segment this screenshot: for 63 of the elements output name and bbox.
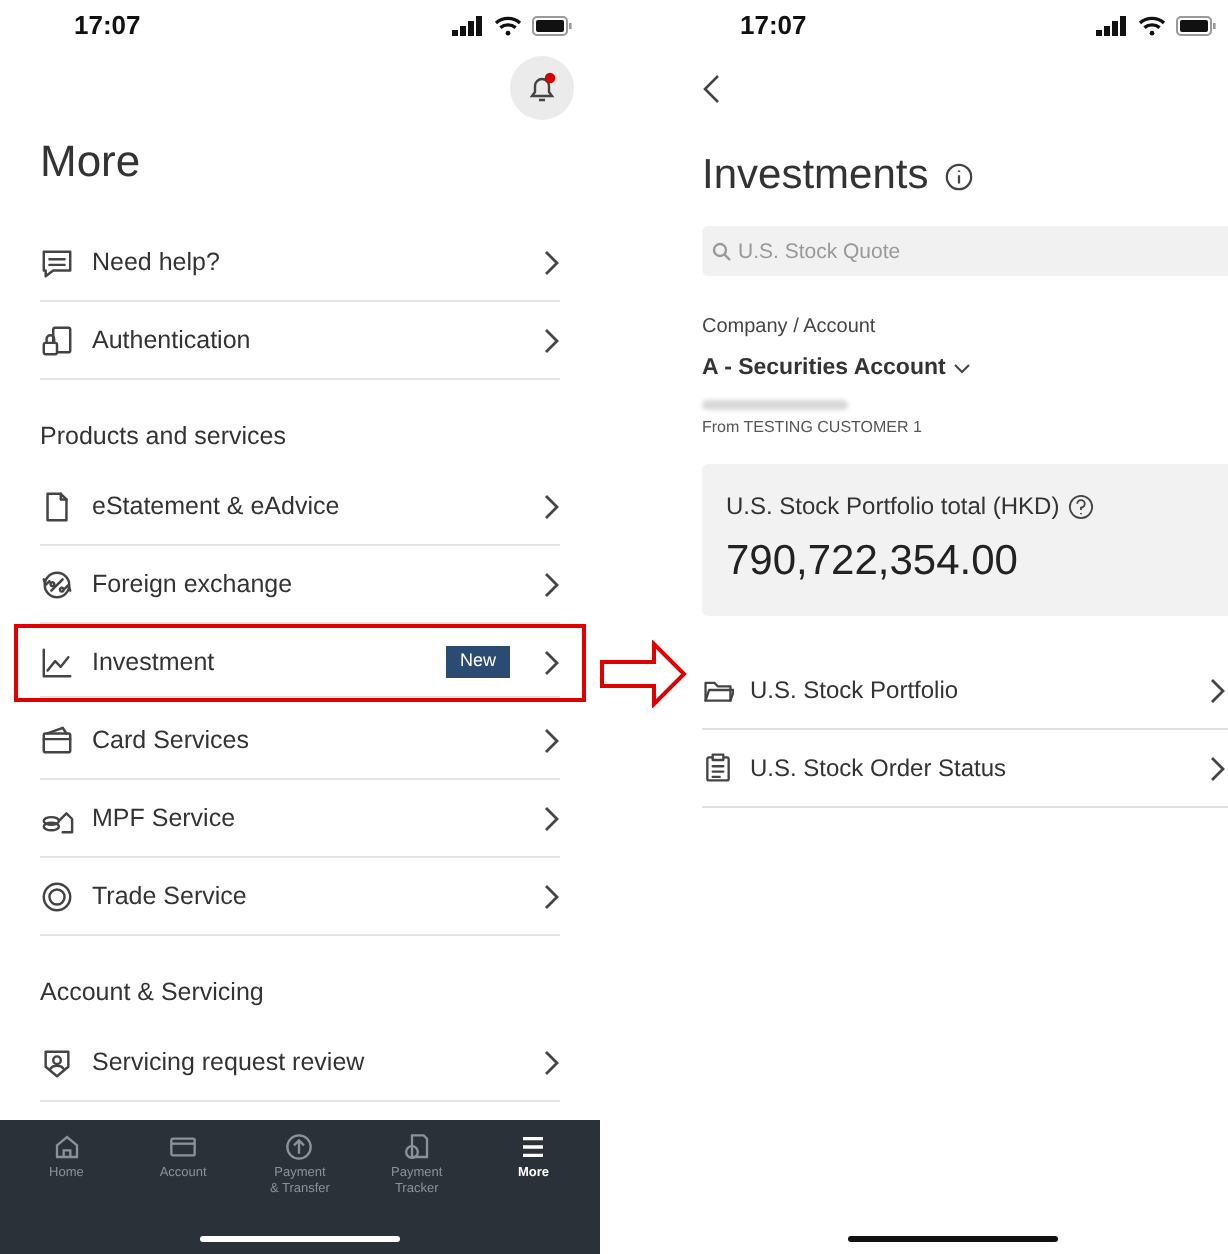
shield-person-icon (40, 1045, 74, 1079)
bell-icon (526, 72, 558, 104)
portfolio-value: 790,722,354.00 (726, 536, 1020, 588)
clipboard-icon (702, 752, 734, 785)
menu-item[interactable]: Card Services (40, 702, 560, 780)
menu-item[interactable]: Trade Service (40, 858, 560, 936)
menu-icon (518, 1132, 549, 1162)
section-heading: Products and services (40, 420, 286, 455)
card-icon (40, 723, 74, 757)
help-icon[interactable] (1067, 493, 1094, 519)
chevron-right-icon (544, 727, 560, 753)
menu-item[interactable]: U.S. Stock Portfolio (702, 652, 1228, 731)
page-title: More (40, 133, 141, 189)
chevron-right-icon (544, 649, 560, 675)
chevron-right-icon (1210, 755, 1226, 782)
chat-bubble-icon (40, 245, 74, 279)
section-heading: Account & Servicing (40, 976, 264, 1011)
menu-item[interactable]: eStatement & eAdvice (40, 468, 560, 546)
status-time: 17:07 (740, 7, 807, 44)
account-owner: From TESTING CUSTOMER 1 (702, 416, 924, 441)
battery-icon (1176, 15, 1216, 35)
document-icon (40, 489, 74, 523)
page-title: Investments (702, 150, 929, 203)
menu-item[interactable]: MPF Service (40, 780, 560, 858)
menu-item[interactable]: Foreign exchange (40, 546, 560, 624)
battery-icon (532, 15, 572, 35)
chevron-down-icon (953, 364, 970, 375)
home-icon (51, 1132, 82, 1162)
upload-circle-icon (284, 1132, 315, 1162)
menu-item[interactable]: Authentication (40, 302, 560, 380)
document-icon (401, 1132, 432, 1162)
wifi-icon (1138, 15, 1166, 35)
account-selector[interactable]: A - Securities Account (702, 352, 970, 387)
status-time: 17:07 (74, 7, 141, 44)
menu-item[interactable]: Servicing request review (40, 1024, 560, 1102)
back-icon[interactable] (702, 73, 720, 103)
chevron-right-icon (544, 249, 560, 275)
chevron-right-icon (544, 1049, 560, 1075)
wifi-icon (494, 15, 522, 35)
chevron-right-icon (544, 327, 560, 353)
notification-button[interactable] (510, 56, 574, 120)
menu-item[interactable]: Need help? (40, 224, 560, 302)
chevron-right-icon (544, 493, 560, 519)
field-label: Company / Account (702, 314, 878, 342)
signal-icon (452, 15, 484, 35)
search-field[interactable]: U.S. Stock Quote (702, 226, 1228, 276)
signal-icon (1096, 15, 1128, 35)
search-icon (712, 242, 732, 262)
chevron-right-icon (544, 571, 560, 597)
chevron-right-icon (544, 883, 560, 909)
new-badge: New (445, 646, 510, 678)
card-icon (168, 1132, 199, 1162)
ring-icon (40, 879, 74, 913)
menu-item[interactable]: Investment New (40, 628, 560, 698)
currency-exchange-icon (40, 567, 74, 601)
info-icon[interactable] (944, 161, 975, 191)
portfolio-label: U.S. Stock Portfolio total (HKD) (726, 490, 1060, 524)
chevron-right-icon (1210, 677, 1226, 704)
arrow-right-icon (600, 640, 688, 708)
menu-item[interactable]: U.S. Stock Order Status (702, 730, 1228, 809)
chevron-right-icon (544, 805, 560, 831)
line-chart-icon (40, 645, 74, 679)
phone-lock-icon (40, 323, 74, 357)
